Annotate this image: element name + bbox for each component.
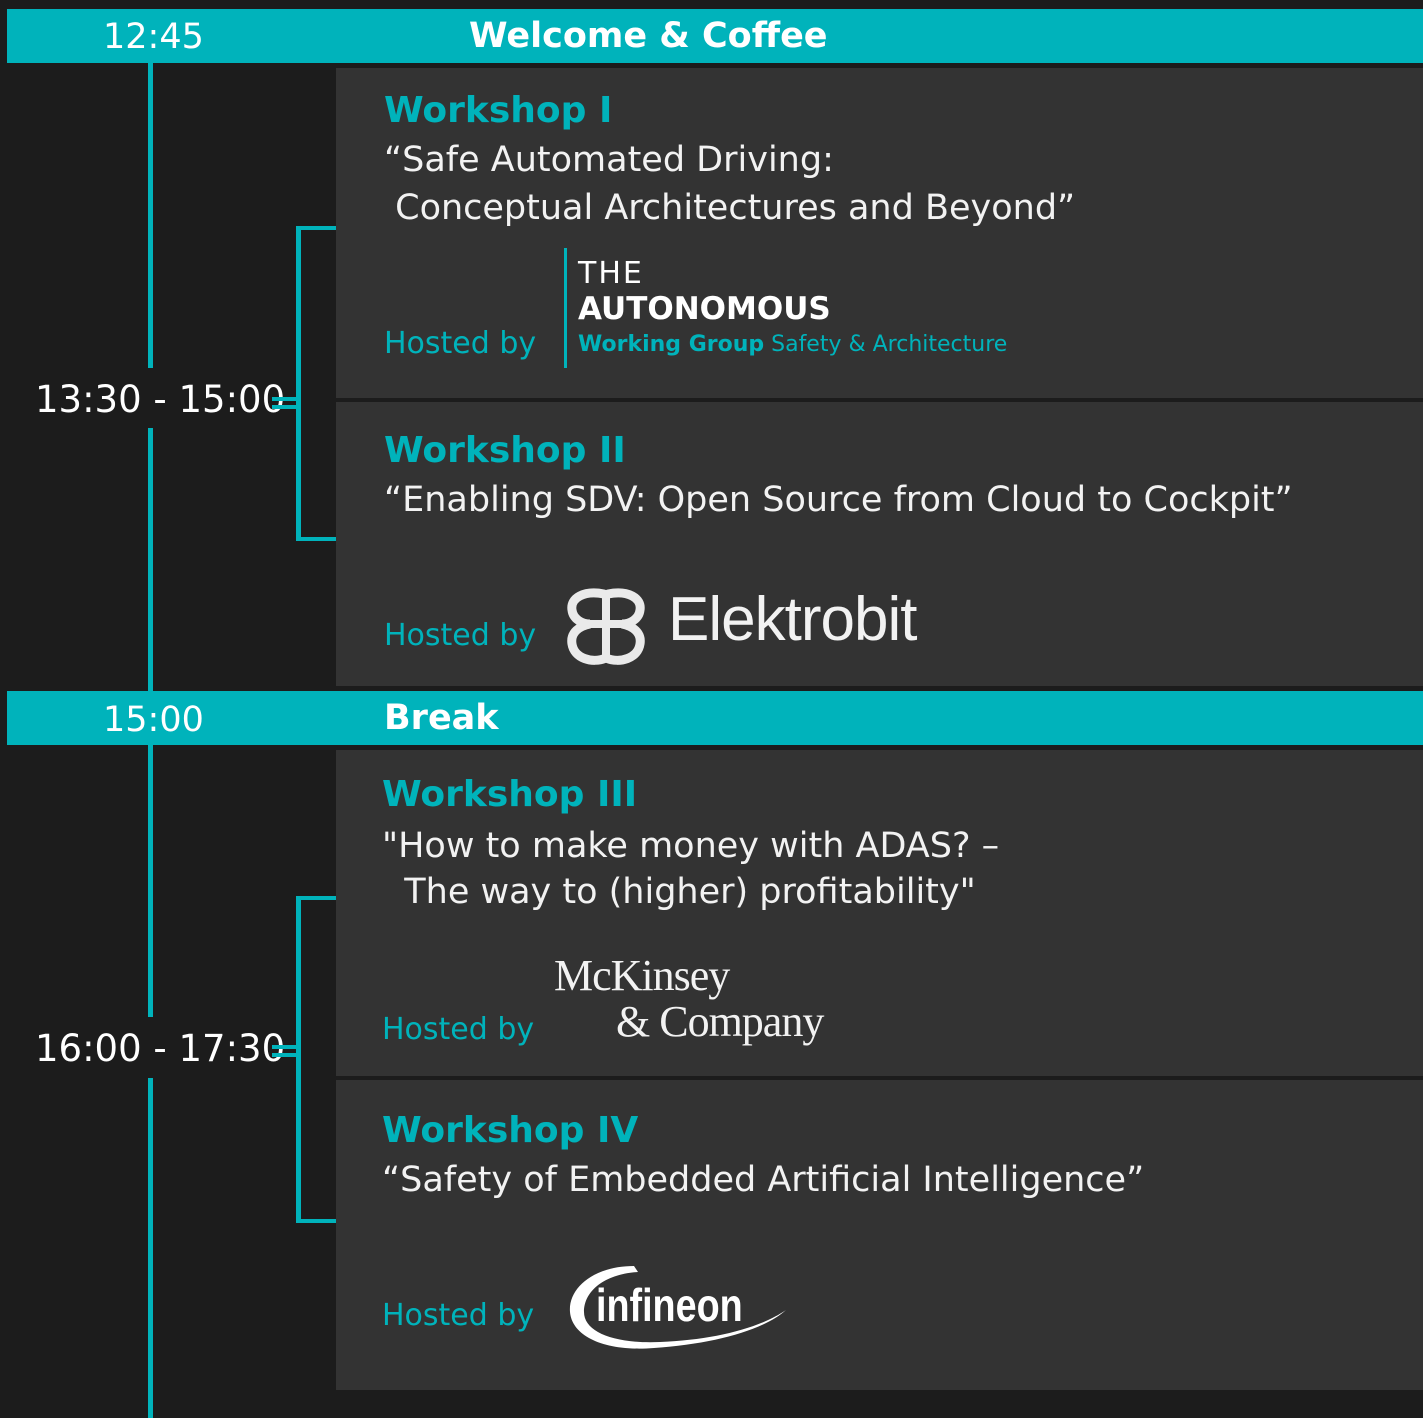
bracket — [296, 226, 301, 541]
hosted-by-label: Hosted by — [382, 1012, 535, 1047]
bracket-connector — [272, 397, 299, 401]
infineon-wordmark: infineon — [596, 1279, 743, 1331]
workshop-label: Workshop III — [382, 774, 638, 815]
elektrobit-logo: Elektrobit — [564, 582, 924, 672]
welcome-bar: 12:45 Welcome & Coffee — [7, 9, 1423, 63]
autonomous-logo: THE AUTONOMOUS Working Group Safety & Ar… — [578, 256, 1008, 357]
workshop-label: Workshop I — [384, 90, 613, 131]
break-title: Break — [384, 698, 499, 738]
logo-divider — [564, 248, 567, 368]
workshop-title: “Enabling SDV: Open Source from Cloud to… — [384, 480, 1293, 520]
mckinsey-logo: McKinsey & Company — [554, 951, 824, 1046]
timeline-line — [148, 1078, 153, 1418]
elektrobit-mark-icon — [567, 588, 645, 665]
workshop-card-3: Workshop III "How to make money with ADA… — [336, 750, 1423, 1076]
welcome-title: Welcome & Coffee — [469, 16, 828, 56]
workshop-label: Workshop IV — [382, 1110, 639, 1151]
bracket-connector — [272, 405, 299, 409]
hosted-by-label: Hosted by — [384, 326, 537, 361]
elektrobit-wordmark: Elektrobit — [668, 585, 917, 654]
workshop-title: “Safe Automated Driving: — [384, 140, 834, 180]
workshop-title: "How to make money with ADAS? – — [382, 826, 1000, 866]
workshop-title: “Safety of Embedded Artificial Intellige… — [382, 1160, 1145, 1200]
slot-time-1: 13:30 - 15:00 — [35, 378, 286, 421]
bracket-connector — [272, 1053, 299, 1057]
timeline-line — [148, 428, 153, 691]
bracket-top — [296, 226, 336, 230]
break-time: 15:00 — [103, 700, 204, 740]
break-bar: 15:00 Break — [7, 691, 1423, 745]
bracket — [296, 896, 301, 1223]
workshop-card-1: Workshop I “Safe Automated Driving: Conc… — [336, 68, 1423, 398]
bracket-connector — [272, 1045, 299, 1049]
bracket-bottom — [296, 1219, 336, 1223]
bracket-top — [296, 896, 336, 900]
workshop-card-4: Workshop IV “Safety of Embedded Artifici… — [336, 1080, 1423, 1390]
workshop-card-2: Workshop II “Enabling SDV: Open Source f… — [336, 402, 1423, 686]
welcome-time: 12:45 — [103, 17, 204, 57]
timeline-line — [148, 745, 153, 1017]
infineon-logo: infineon — [564, 1260, 794, 1360]
workshop-title: The way to (higher) profitability" — [382, 872, 976, 912]
hosted-by-label: Hosted by — [382, 1298, 535, 1333]
workshop-label: Workshop II — [384, 430, 626, 471]
hosted-by-label: Hosted by — [384, 618, 537, 653]
bracket-bottom — [296, 537, 336, 541]
slot-time-2: 16:00 - 17:30 — [35, 1027, 286, 1070]
timeline-line — [148, 63, 153, 368]
workshop-title: Conceptual Architectures and Beyond” — [384, 188, 1076, 228]
